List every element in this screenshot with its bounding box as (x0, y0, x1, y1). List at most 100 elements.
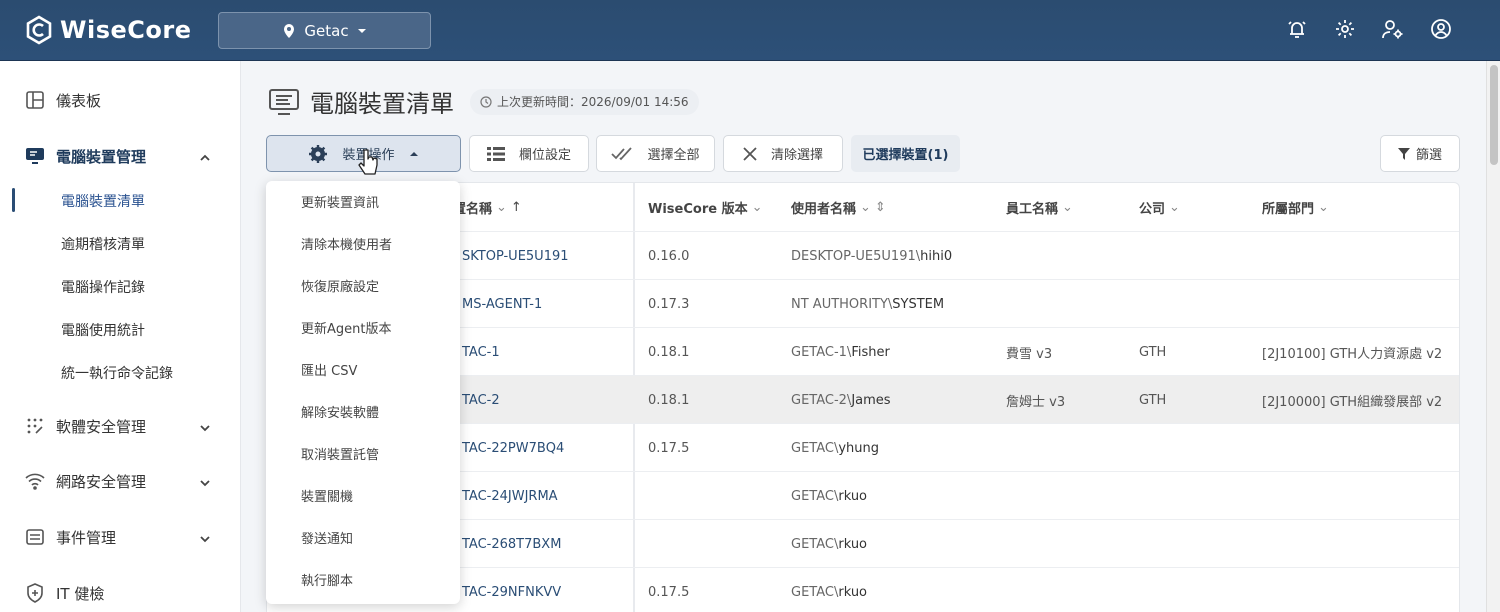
last-updated-badge: 上次更新時間：2026/09/01 14:56 (470, 88, 699, 115)
selected-devices-label: 已選擇裝置(1) (862, 148, 949, 163)
selected-devices-badge[interactable]: 已選擇裝置(1) (851, 135, 960, 172)
user-name-cell: NT AUTHORITY\ SYSTEM (791, 280, 944, 328)
menu-item[interactable]: 更新Agent版本 (301, 318, 391, 337)
version-cell: 0.18.1 (648, 344, 690, 360)
user-settings-icon[interactable] (1380, 16, 1406, 42)
menu-item[interactable]: 匯出 CSV (301, 360, 357, 379)
caret-down-icon (357, 28, 366, 33)
user-name-cell: GETAC\ yhung (791, 424, 879, 472)
account-icon[interactable] (1428, 16, 1454, 42)
sidebar-item-device-mgmt[interactable]: 電腦裝置管理 (24, 145, 146, 167)
header-version[interactable]: WiseCore 版本 ⌄ (648, 183, 762, 231)
sort-asc-arrow-icon[interactable]: ↑ (511, 200, 522, 215)
app-logo[interactable]: WiseCore (24, 15, 191, 45)
user-name-cell: GETAC\ rkuo (791, 520, 867, 568)
sort-toggle-icon[interactable]: ⇕ (875, 200, 886, 215)
version-cell: 0.17.3 (648, 296, 690, 312)
user-account: yhung (838, 440, 880, 456)
device-name-link[interactable]: MS-AGENT-1 (462, 280, 542, 328)
menu-item[interactable]: 執行腳本 (301, 570, 353, 589)
double-check-icon (611, 146, 633, 160)
version-cell: 0.17.5 (648, 440, 690, 456)
chevron-down-icon[interactable] (198, 421, 212, 435)
filter-icon (1397, 147, 1410, 160)
menu-item[interactable]: 取消裝置託管 (301, 444, 379, 463)
page-scrollbar[interactable] (1486, 61, 1500, 612)
device-name-link[interactable]: TAC-24JWJRMA (462, 472, 558, 520)
user-account: hihi0 (920, 248, 953, 264)
user-name-cell: GETAC-1\ Fisher (791, 328, 890, 376)
sidebar-item-label: 網路安全管理 (56, 472, 147, 491)
page-title: 電腦裝置清單 (310, 90, 454, 118)
sidebar-sub-overdue-audit[interactable]: 逾期稽核清單 (61, 234, 145, 254)
menu-item[interactable]: 發送通知 (301, 528, 353, 547)
header-department[interactable]: 所屬部門 ⌄ (1262, 183, 1329, 231)
top-bar: WiseCore Getac (0, 0, 1500, 61)
header-company[interactable]: 公司 ⌄ (1139, 183, 1180, 231)
chevron-down-icon[interactable] (198, 476, 212, 490)
user-domain: GETAC-2\ (791, 392, 852, 408)
list-box-icon (24, 526, 46, 548)
chevron-down-icon[interactable] (198, 532, 212, 546)
user-account: James (851, 392, 891, 408)
menu-item[interactable]: 清除本機使用者 (301, 234, 392, 253)
sidebar-sub-device-list[interactable]: 電腦裝置清單 (61, 191, 145, 211)
site-selector[interactable]: Getac (218, 12, 431, 49)
device-name-link[interactable]: TAC-1 (462, 328, 500, 376)
chevron-up-icon[interactable] (198, 151, 212, 165)
menu-item[interactable]: 解除安裝軟體 (301, 402, 379, 421)
header-user-name[interactable]: 使用者名稱 ⌄ ⇕ (791, 183, 886, 231)
menu-item[interactable]: 裝置關機 (301, 486, 353, 505)
last-updated-text: 上次更新時間：2026/09/01 14:56 (497, 95, 689, 109)
header-label: WiseCore 版本 (648, 201, 748, 217)
alarm-bell-icon[interactable] (1284, 16, 1310, 42)
user-name-cell: GETAC-2\ James (791, 376, 891, 424)
wifi-icon (24, 470, 46, 492)
user-account: rkuo (838, 584, 868, 600)
filter-button[interactable]: 篩選 (1380, 135, 1460, 172)
shield-plus-icon (24, 582, 46, 604)
sort-caret-icon: ⌄ (496, 199, 507, 215)
sidebar-item-label: 儀表板 (56, 91, 102, 110)
device-name-link[interactable]: TAC-22PW7BQ4 (462, 424, 564, 472)
sort-caret-icon: ⌄ (751, 199, 763, 215)
column-settings-button[interactable]: 欄位設定 (469, 135, 589, 172)
header-label: 員工名稱 (1006, 201, 1059, 217)
device-name-link[interactable]: TAC-268T7BXM (462, 520, 561, 568)
sidebar-sub-command-log[interactable]: 統一執行命令記錄 (61, 363, 173, 383)
menu-item[interactable]: 恢復原廠設定 (301, 276, 379, 295)
device-name-link[interactable]: TAC-29NFNKVV (462, 568, 561, 612)
select-all-button[interactable]: 選擇全部 (596, 135, 715, 172)
sidebar-item-dashboard[interactable]: 儀表板 (24, 89, 101, 111)
header-employee[interactable]: 員工名稱 ⌄ (1006, 183, 1073, 231)
sidebar-sub-operation-log[interactable]: 電腦操作記錄 (61, 277, 145, 297)
scrollbar-thumb[interactable] (1490, 65, 1498, 165)
sidebar-item-event-mgmt[interactable]: 事件管理 (24, 526, 116, 548)
sort-caret-icon: ⌄ (1062, 199, 1073, 215)
dots-grid-icon (24, 415, 46, 437)
user-domain: GETAC-1\ (791, 344, 852, 360)
monitor-icon (24, 145, 46, 167)
close-icon (743, 146, 757, 161)
sidebar-item-software-security[interactable]: 軟體安全管理 (24, 415, 146, 437)
settings-gear-icon[interactable] (1332, 16, 1358, 42)
active-indicator (12, 188, 15, 212)
menu-item[interactable]: 更新裝置資訊 (301, 192, 379, 211)
header-device-name[interactable]: 置名稱 ⌄ ↑ (453, 183, 522, 231)
clear-selection-button[interactable]: 清除選擇 (723, 135, 843, 172)
site-selector-value: Getac (304, 21, 349, 40)
select-all-label: 選擇全部 (647, 148, 700, 163)
sidebar-item-label: 事件管理 (56, 528, 117, 547)
user-name-cell: DESKTOP-UE5U191\ hihi0 (791, 232, 952, 280)
column-settings-label: 欄位設定 (518, 148, 571, 163)
dashboard-icon (24, 89, 46, 111)
version-cell: 0.17.5 (648, 584, 690, 600)
sidebar-item-it-health[interactable]: IT 健檢 (24, 582, 104, 604)
version-cell: 0.16.0 (648, 248, 690, 264)
device-name-link[interactable]: SKTOP-UE5U191 (462, 232, 569, 280)
device-name-link[interactable]: TAC-2 (462, 376, 500, 424)
sidebar-sub-usage-stats[interactable]: 電腦使用統計 (61, 320, 145, 340)
sidebar-item-network-security[interactable]: 網路安全管理 (24, 470, 146, 492)
sidebar-item-label: 電腦裝置管理 (56, 147, 147, 166)
sort-caret-icon: ⌄ (1318, 199, 1329, 215)
